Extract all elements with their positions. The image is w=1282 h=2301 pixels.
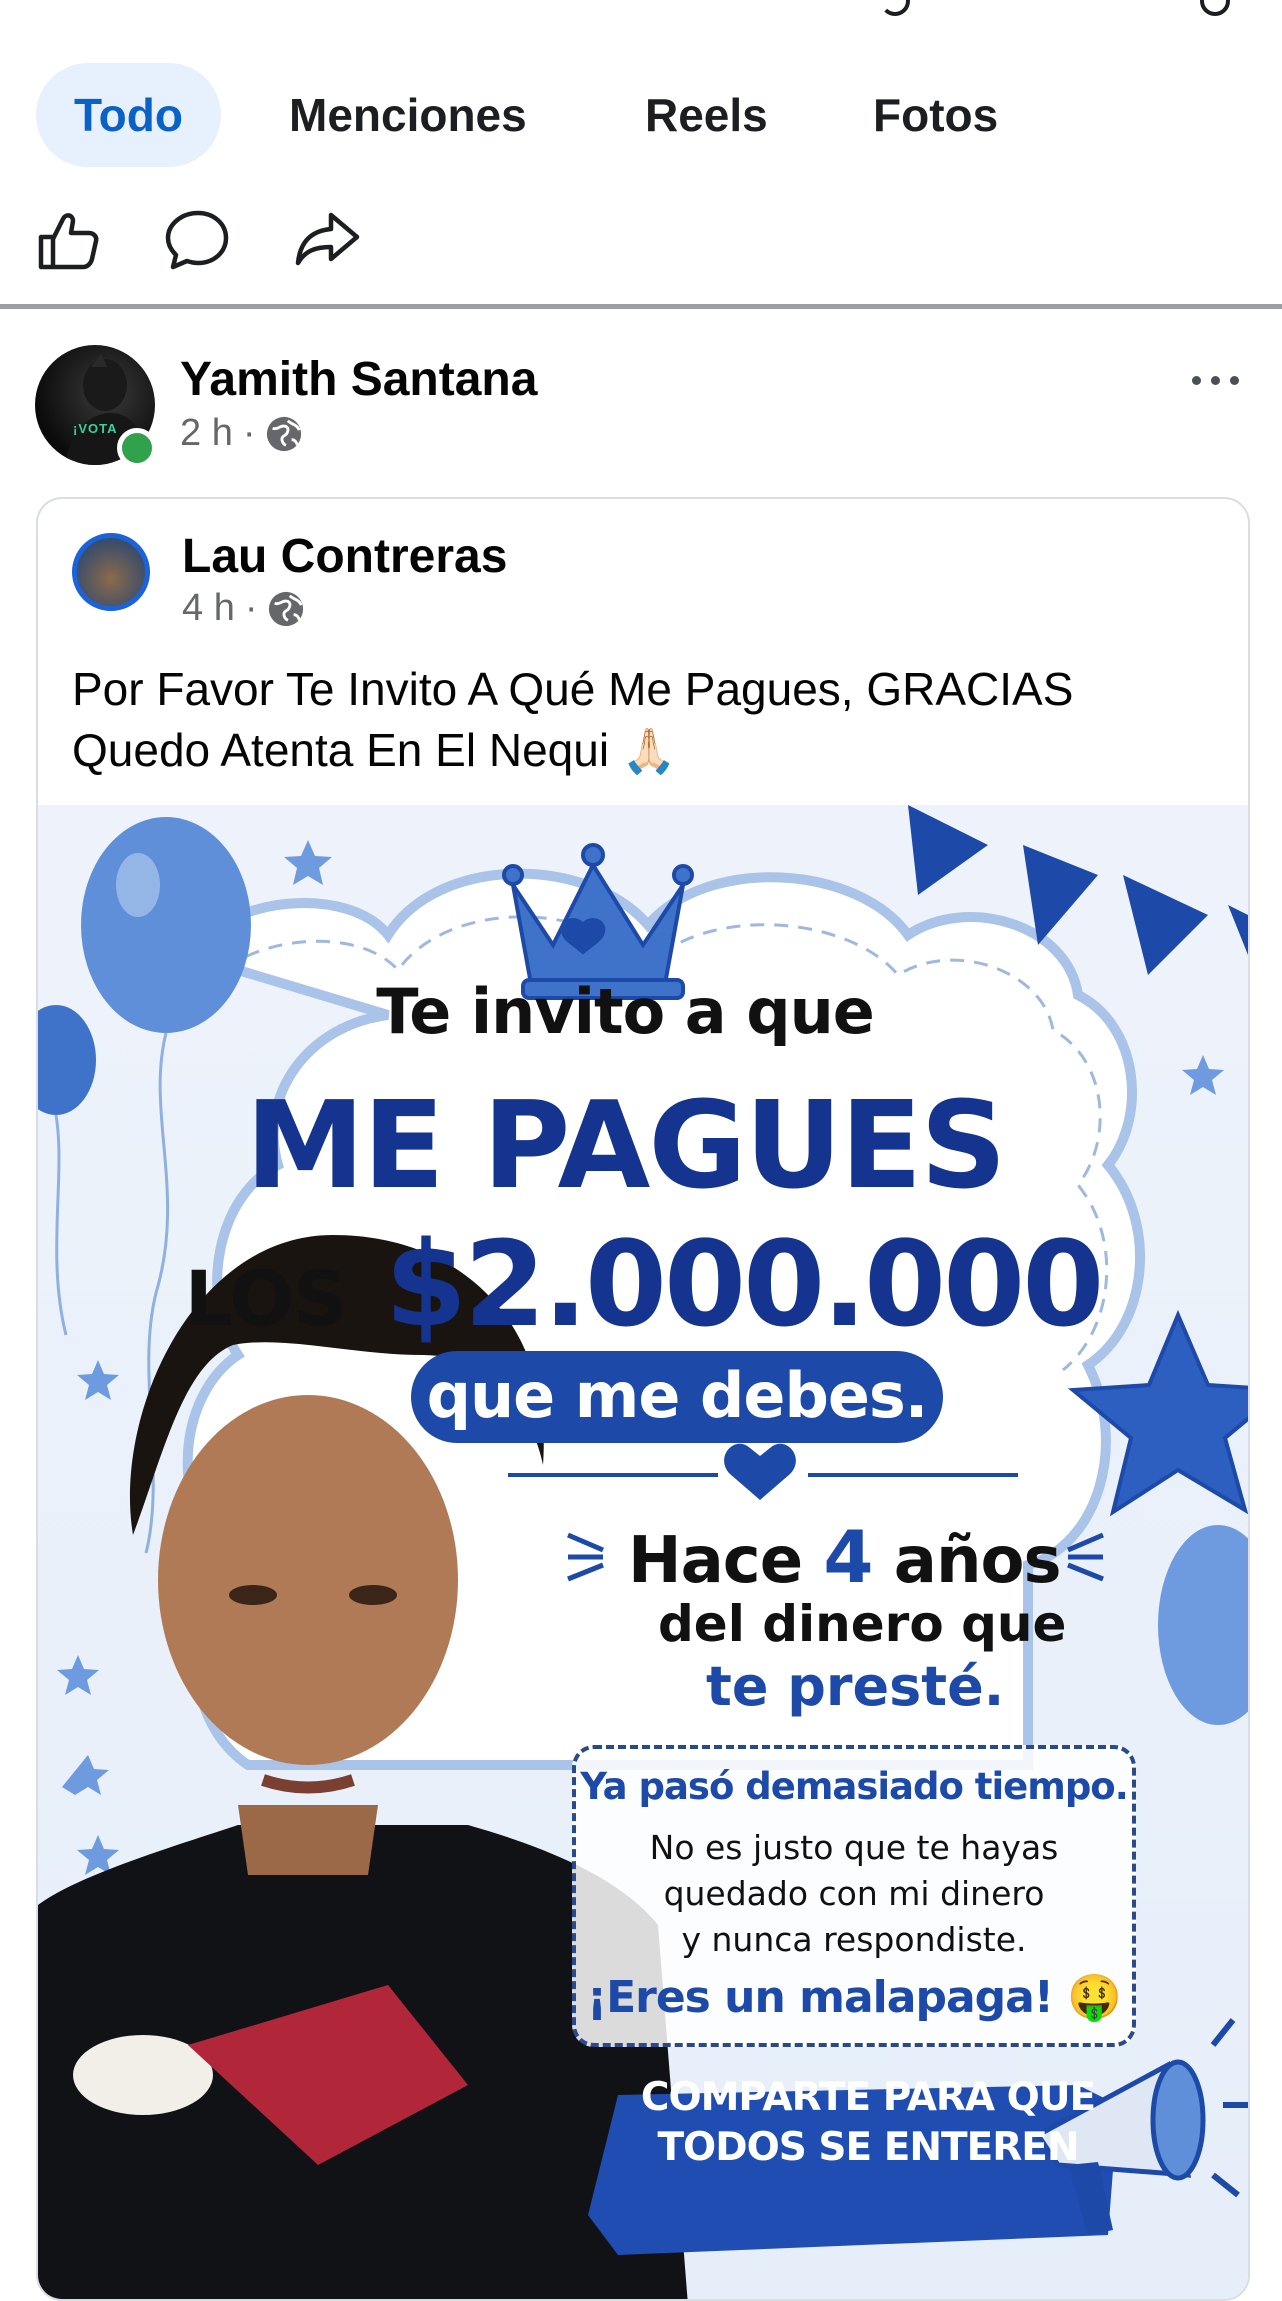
meta-dot: ·: [244, 587, 258, 629]
flyer-banner: COMPARTE PARA QUE TODOS SE ENTEREN: [598, 2073, 1118, 2213]
box-body-line: quedado con mi dinero: [663, 1874, 1045, 1913]
online-status-dot: [117, 428, 157, 468]
post-image[interactable]: Te invito a que ME PAGUES LOS $2.000.000…: [38, 805, 1248, 2299]
tab-fotos[interactable]: Fotos: [873, 63, 998, 167]
share-icon[interactable]: [293, 205, 363, 275]
tab-todo[interactable]: Todo: [36, 63, 221, 167]
filter-tabs: Todo Menciones Reels Fotos: [0, 60, 1282, 170]
flyer-preste: te presté.: [706, 1655, 1005, 1718]
banner-line: COMPARTE PARA QUE: [640, 2075, 1096, 2120]
banner-line: TODOS SE ENTEREN: [657, 2125, 1079, 2170]
post-header: ¡VOTA Yamith Santana 2 h ·: [0, 340, 1282, 480]
flyer-line-3: LOS $2.000.000: [38, 1215, 1248, 1353]
box-title: Ya pasó demasiado tiempo.: [580, 1765, 1129, 1808]
post-meta: 2 h ·: [180, 412, 303, 455]
comment-icon[interactable]: [163, 205, 233, 275]
like-icon[interactable]: [33, 205, 103, 275]
tab-menciones[interactable]: Menciones: [289, 63, 527, 167]
box-body-line: No es justo que te hayas: [649, 1828, 1059, 1867]
globe-icon: [269, 591, 304, 626]
feed-separator: [0, 304, 1282, 309]
shared-post-time[interactable]: 4 h: [182, 587, 235, 630]
post-time[interactable]: 2 h: [180, 412, 233, 455]
shared-post-card[interactable]: Lau Contreras 4 h · Por Favor Te Invito …: [36, 497, 1250, 2301]
shared-post-meta: 4 h ·: [182, 587, 305, 630]
hace-suffix: años: [893, 1524, 1062, 1598]
flyer-los: LOS: [184, 1254, 348, 1343]
top-icon-partial[interactable]: [880, 0, 910, 16]
post-actions: [0, 205, 1282, 275]
shared-post-author[interactable]: Lau Contreras: [182, 529, 507, 584]
flyer-hace: Hace 4 años: [628, 1515, 1062, 1599]
flyer-amount: $2.000.000: [384, 1215, 1104, 1353]
box-body-line: y nunca respondiste.: [681, 1920, 1027, 1959]
search-icon[interactable]: [1200, 0, 1230, 16]
hace-number: 4: [823, 1515, 873, 1599]
caption-text: Por Favor Te Invito A Qué Me Pagues, GRA…: [72, 663, 1074, 776]
flyer-del: del dinero que: [658, 1595, 1067, 1653]
more-options-icon[interactable]: [1190, 370, 1242, 390]
post-author[interactable]: Yamith Santana: [180, 352, 537, 407]
flyer-line-1: Te invito a que: [376, 975, 875, 1048]
flyer-message-box: Ya pasó demasiado tiempo. No es justo qu…: [572, 1745, 1136, 2047]
hace-prefix: Hace: [628, 1524, 803, 1598]
meta-dot: ·: [242, 412, 256, 454]
pray-emoji: 🙏🏻: [621, 727, 677, 776]
globe-icon: [267, 416, 302, 451]
flyer-line-2: ME PAGUES: [245, 1077, 1006, 1216]
balloon-right: [1158, 1525, 1248, 1725]
box-body: No es justo que te hayas quedado con mi …: [576, 1825, 1132, 1963]
flyer-pill: que me debes.: [411, 1351, 943, 1443]
box-footer: ¡Eres un malapaga! 🤑: [587, 1972, 1122, 2023]
shared-author-avatar[interactable]: [72, 533, 150, 611]
post-caption: Por Favor Te Invito A Qué Me Pagues, GRA…: [72, 659, 1222, 782]
tab-reels[interactable]: Reels: [645, 63, 768, 167]
avatar-text: ¡VOTA: [73, 421, 118, 436]
top-bar-partial: [0, 0, 1282, 20]
